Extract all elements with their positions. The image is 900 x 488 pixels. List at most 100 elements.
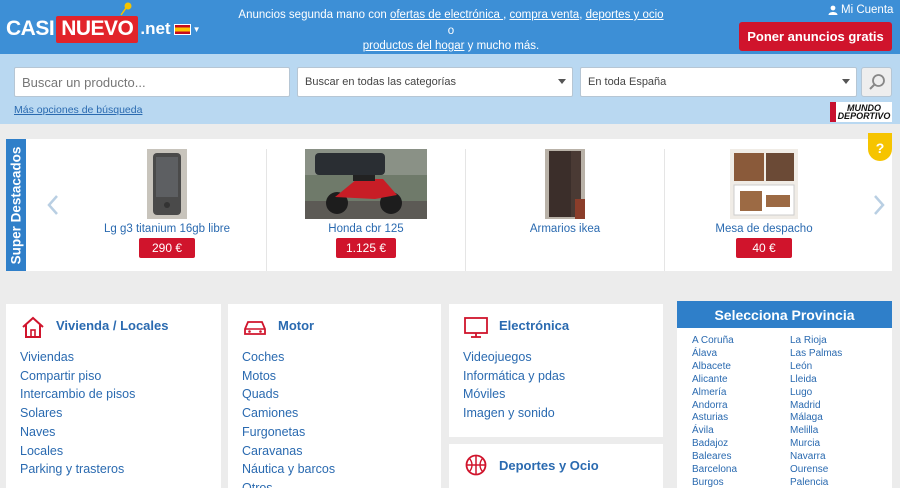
province-link[interactable]: Almería [692, 387, 790, 400]
province-link[interactable]: Lleida [790, 374, 888, 387]
featured-tab-label: Super Destacados [8, 146, 24, 264]
category-link[interactable]: Parking y trasteros [20, 460, 135, 479]
province-link[interactable]: Álava [692, 348, 790, 361]
category-title[interactable]: Vivienda / Locales [56, 318, 168, 333]
province-link[interactable]: Andorra [692, 400, 790, 413]
province-link[interactable]: Baleares [692, 451, 790, 464]
link-compra-venta[interactable]: compra venta [510, 9, 580, 21]
category-list: Videojuegos Informática y pdas Móviles I… [463, 348, 565, 423]
category-panel-motor: Motor Coches Motos Quads Camiones Furgon… [228, 304, 441, 488]
category-panel-vivienda: Vivienda / Locales Viviendas Compartir p… [6, 304, 221, 488]
category-link[interactable]: Informática y pdas [463, 367, 565, 386]
category-link[interactable]: Otros [242, 479, 335, 488]
featured-item-title: Armarios ikea [529, 223, 601, 235]
province-link[interactable]: Murcia [790, 438, 888, 451]
featured-item[interactable]: Lg g3 titanium 16gb libre 290 € [67, 147, 267, 271]
link-deportes-ocio[interactable]: deportes y ocio [586, 9, 664, 21]
province-link[interactable]: Asturias [692, 412, 790, 425]
tagline-text: y mucho más. [464, 40, 540, 52]
mundo-deportivo-logo[interactable]: MUNDO DEPORTIVO [830, 102, 892, 122]
basketball-icon [465, 454, 487, 476]
category-title[interactable]: Deportes y Ocio [499, 458, 599, 473]
featured-item[interactable]: Mesa de despacho 40 € [664, 147, 864, 271]
category-link[interactable]: Compartir piso [20, 367, 135, 386]
spain-flag-icon[interactable] [173, 23, 191, 35]
pushpin-icon [120, 2, 132, 16]
category-link[interactable]: Videojuegos [463, 348, 565, 367]
province-link[interactable]: Melilla [790, 425, 888, 438]
search-icon [868, 74, 885, 90]
province-link[interactable]: Burgos [692, 477, 790, 488]
location-select[interactable]: En toda España [580, 67, 857, 97]
province-link[interactable]: Navarra [790, 451, 888, 464]
category-link[interactable]: Viviendas [20, 348, 135, 367]
category-link[interactable]: Imagen y sonido [463, 404, 565, 423]
category-link[interactable]: Motos [242, 367, 335, 386]
province-link[interactable]: Ourense [790, 464, 888, 477]
province-link[interactable]: A Coruña [692, 335, 790, 348]
province-link[interactable]: Lugo [790, 387, 888, 400]
province-selector: Selecciona Provincia A Coruña Álava Alba… [677, 301, 892, 488]
monitor-icon [464, 317, 488, 338]
logo-nuevo: NUEVO [56, 15, 139, 43]
province-link[interactable]: La Rioja [790, 335, 888, 348]
logo-casi: CASI [6, 17, 55, 40]
featured-item[interactable]: Honda cbr 125 1.125 € [266, 147, 466, 271]
help-badge[interactable]: ? [868, 133, 892, 161]
province-link[interactable]: Ávila [692, 425, 790, 438]
category-link[interactable]: Móviles [463, 385, 565, 404]
site-logo[interactable]: CASI NUEVO .net ▼ [6, 2, 201, 46]
category-panel-deportes: Deportes y Ocio [449, 444, 663, 488]
province-link[interactable]: Albacete [692, 361, 790, 374]
category-link[interactable]: Locales [20, 442, 135, 461]
province-link[interactable]: Barcelona [692, 464, 790, 477]
province-link[interactable]: Alicante [692, 374, 790, 387]
province-link[interactable]: Madrid [790, 400, 888, 413]
featured-item-title: Mesa de despacho [715, 223, 813, 235]
chevron-down-icon[interactable]: ▼ [193, 25, 201, 34]
featured-item[interactable]: Armarios ikea [465, 147, 665, 271]
province-link[interactable]: Palencia [790, 477, 888, 488]
category-link[interactable]: Furgonetas [242, 423, 335, 442]
car-icon [244, 321, 266, 335]
province-title: Selecciona Provincia [677, 301, 892, 328]
chevron-left-icon[interactable] [46, 194, 60, 216]
province-link[interactable]: Badajoz [692, 438, 790, 451]
category-select[interactable]: Buscar en todas las categorías [297, 67, 573, 97]
desk-thumbnail [730, 149, 798, 219]
chevron-down-icon [558, 79, 566, 84]
phone-thumbnail [147, 149, 187, 219]
chevron-right-icon[interactable] [872, 194, 886, 216]
category-link[interactable]: Camiones [242, 404, 335, 423]
search-field[interactable] [14, 67, 290, 97]
search-button[interactable] [861, 67, 892, 97]
advanced-search-link[interactable]: Más opciones de búsqueda [14, 104, 142, 116]
category-link[interactable]: Naves [20, 423, 135, 442]
category-link[interactable]: Quads [242, 385, 335, 404]
province-link[interactable]: Málaga [790, 412, 888, 425]
province-link[interactable]: Las Palmas [790, 348, 888, 361]
chevron-down-icon [842, 79, 850, 84]
link-electronica[interactable]: ofertas de electrónica [390, 9, 503, 21]
province-link[interactable]: León [790, 361, 888, 374]
tagline-text: o [447, 24, 455, 37]
motorbike-thumbnail [305, 149, 427, 219]
category-link[interactable]: Intercambio de pisos [20, 385, 135, 404]
category-title[interactable]: Motor [278, 318, 314, 333]
my-account-label: Mi Cuenta [841, 4, 894, 16]
category-link[interactable]: Solares [20, 404, 135, 423]
category-link[interactable]: Náutica y barcos [242, 460, 335, 479]
featured-item-price: 40 € [736, 238, 792, 258]
link-productos-hogar[interactable]: productos del hogar [363, 40, 465, 52]
post-ad-button[interactable]: Poner anuncios gratis [739, 22, 892, 51]
category-link[interactable]: Coches [242, 348, 335, 367]
featured-item-price: 1.125 € [335, 238, 397, 258]
province-list: La Rioja Las Palmas León Lleida Lugo Mad… [790, 335, 888, 488]
category-link[interactable]: Caravanas [242, 442, 335, 461]
search-input[interactable] [22, 74, 289, 90]
featured-tab: Super Destacados [6, 139, 26, 271]
my-account-link[interactable]: Mi Cuenta [828, 4, 893, 16]
partner-logo-text: MUNDO DEPORTIVO [837, 103, 891, 121]
category-list: Viviendas Compartir piso Intercambio de … [20, 348, 135, 479]
category-title[interactable]: Electrónica [499, 318, 569, 333]
